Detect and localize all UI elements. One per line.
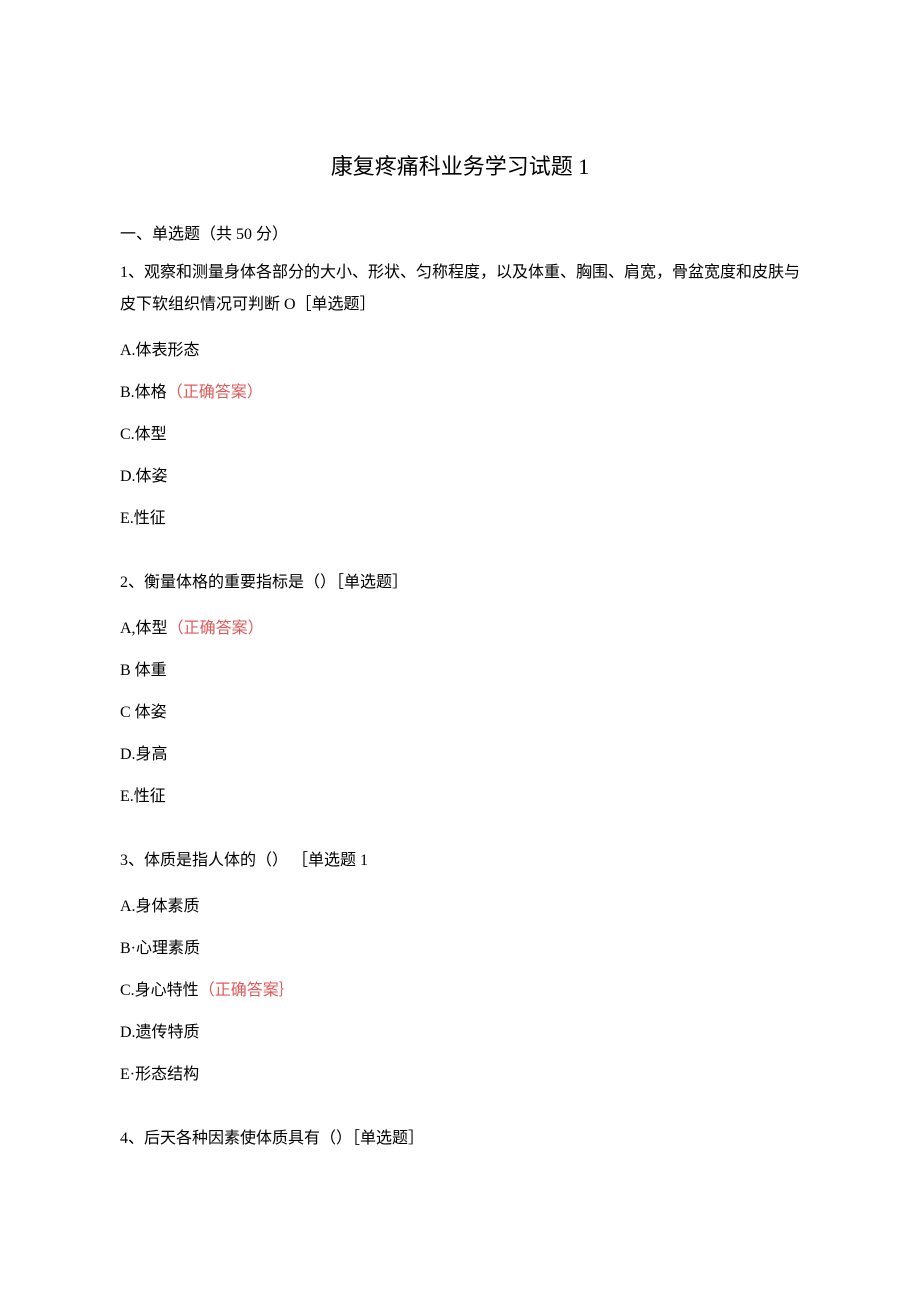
question-2-text: 2、衡量体格的重要指标是（）［单选题］ — [120, 567, 800, 599]
question-2-option-e: E.性征 — [120, 785, 800, 809]
question-2-option-b: B 体重 — [120, 659, 800, 683]
question-3-option-e: E·形态结构 — [120, 1063, 800, 1087]
question-1-option-d: D.体姿 — [120, 465, 800, 489]
correct-answer-mark: （正确答案｝ — [199, 982, 295, 999]
question-4-text: 4、后天各种因素使体质具有（）［单选题］ — [120, 1123, 800, 1155]
question-2-option-a: A,体型（正确答案） — [120, 617, 800, 641]
question-3-text: 3、体质是指人体的（） ［单选题 1 — [120, 845, 800, 877]
question-3-option-d: D.遗传特质 — [120, 1021, 800, 1045]
question-1-text: 1、观察和测量身体各部分的大小、形状、匀称程度，以及体重、胸围、肩宽，骨盆宽度和… — [120, 257, 800, 321]
option-label: B.体格 — [120, 384, 167, 401]
question-1-option-b: B.体格（正确答案） — [120, 381, 800, 405]
question-1-option-c: C.体型 — [120, 423, 800, 447]
correct-answer-mark: （正确答案） — [168, 620, 264, 637]
option-label: C.身心特性 — [120, 982, 199, 999]
option-label: A,体型 — [120, 620, 168, 637]
correct-answer-mark: （正确答案） — [167, 384, 263, 401]
question-3-option-a: A.身体素质 — [120, 895, 800, 919]
question-2-option-c: C 体姿 — [120, 701, 800, 725]
page-title: 康复疼痛科业务学习试题 1 — [120, 150, 800, 183]
section-header: 一、单选题（共 50 分） — [120, 223, 800, 247]
question-3-option-b: B·心理素质 — [120, 937, 800, 961]
question-1-option-e: E.性征 — [120, 507, 800, 531]
question-3-option-c: C.身心特性（正确答案｝ — [120, 979, 800, 1003]
question-1-option-a: A.体表形态 — [120, 339, 800, 363]
question-2-option-d: D.身高 — [120, 743, 800, 767]
